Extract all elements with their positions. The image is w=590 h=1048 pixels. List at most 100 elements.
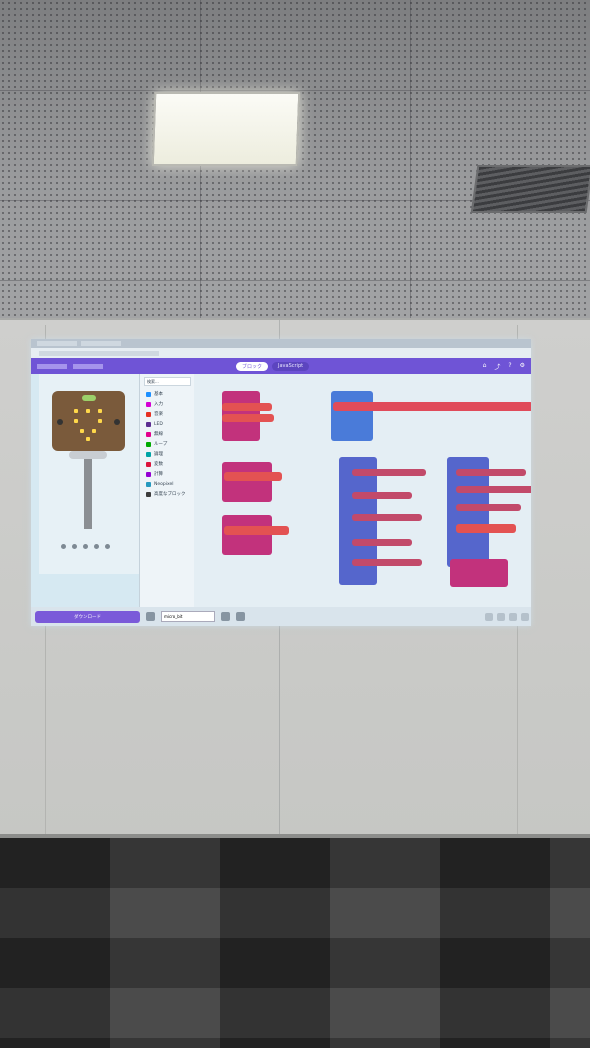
editor-header: ブロック JavaScript ⌂ ⤴ ? ⚙ [31, 358, 531, 374]
toolbox-category[interactable]: 基本 [140, 389, 195, 399]
url-field[interactable] [39, 350, 159, 356]
github-icon[interactable] [236, 612, 245, 621]
led [98, 409, 102, 413]
share-icon[interactable]: ⤴ [494, 362, 500, 371]
category-icon [146, 391, 151, 397]
radio-block[interactable] [333, 402, 531, 411]
toolbox-category[interactable]: 計算 [140, 469, 195, 479]
zoom-in-icon[interactable] [509, 612, 517, 621]
slowmo-icon[interactable] [83, 544, 88, 549]
home-icon[interactable]: ⌂ [483, 362, 487, 371]
if-block[interactable] [352, 539, 412, 546]
toolbox-category[interactable]: 入力 [140, 399, 195, 409]
category-icon [146, 431, 151, 437]
button-b[interactable] [114, 419, 120, 425]
category-icon [146, 451, 151, 457]
toolbox: 検索... 基本 入力音楽 LED 無線ループ論理変数計算 Neopixel 高度なブロッ… [139, 374, 195, 609]
help-icon[interactable]: ? [508, 362, 511, 371]
if-block[interactable] [456, 504, 521, 511]
category-icon [146, 411, 151, 417]
led [86, 409, 90, 413]
function-block[interactable] [222, 515, 272, 555]
led [74, 409, 78, 413]
undo-icon[interactable] [485, 612, 493, 621]
category-icon [146, 471, 151, 477]
led [86, 437, 90, 441]
toolbox-category[interactable]: 高度なブロック [140, 489, 195, 499]
toolbox-category[interactable]: Neopixel [140, 479, 195, 489]
category-icon [146, 421, 151, 427]
stop-icon[interactable] [61, 544, 66, 549]
variable-block[interactable] [222, 403, 272, 411]
if-block[interactable] [352, 559, 422, 566]
event-block[interactable] [331, 391, 373, 441]
category-icon [146, 441, 151, 447]
category-label: 無線 [154, 432, 163, 437]
toolbox-category[interactable]: ループ [140, 439, 195, 449]
toolbox-category[interactable]: LED [140, 419, 195, 429]
category-label: 論理 [154, 452, 163, 457]
category-label: 計算 [154, 472, 163, 477]
simulator-accessory [69, 451, 107, 529]
browser-tab[interactable] [37, 341, 77, 346]
editor-footer: ダウンロード micro_bit [31, 607, 531, 626]
category-label: ループ [154, 442, 168, 447]
if-block[interactable] [352, 469, 426, 476]
category-label: 変数 [154, 462, 163, 467]
download-button[interactable]: ダウンロード [35, 610, 140, 623]
address-bar[interactable] [31, 348, 531, 358]
projected-screen: ブロック JavaScript ⌂ ⤴ ? ⚙ 検索... 基本入力 音楽 LE… [31, 339, 531, 626]
more-icon[interactable] [146, 612, 155, 621]
mute-icon[interactable] [94, 544, 99, 549]
settings-icon[interactable]: ⚙ [520, 362, 525, 371]
save-icon[interactable] [221, 612, 230, 621]
toolbox-category[interactable]: 音楽 [140, 409, 195, 419]
toolbox-category[interactable]: 変数 [140, 459, 195, 469]
simulator-controls [61, 544, 110, 549]
variable-block[interactable] [222, 414, 274, 422]
carpet-floor [0, 838, 590, 1048]
microsoft-logo [37, 363, 67, 369]
function-block[interactable] [222, 462, 272, 502]
ceiling-light-icon [151, 92, 301, 166]
set-block[interactable] [224, 472, 282, 481]
if-block[interactable] [456, 486, 531, 493]
function-block[interactable] [450, 559, 508, 587]
led [80, 429, 84, 433]
category-icon [146, 401, 151, 407]
led [92, 429, 96, 433]
button-a[interactable] [57, 419, 63, 425]
toolbox-category[interactable]: 論理 [140, 449, 195, 459]
led [98, 419, 102, 423]
category-label: Neopixel [154, 481, 174, 487]
browser-tab[interactable] [81, 341, 121, 346]
microbit-logo [73, 363, 103, 369]
category-icon [146, 491, 151, 497]
restart-icon[interactable] [72, 544, 77, 549]
tab-javascript[interactable]: JavaScript [272, 361, 310, 371]
ceiling-seam [0, 90, 590, 91]
microbit-logo-chip [82, 395, 96, 401]
project-name-input[interactable]: micro_bit [161, 611, 215, 622]
set-block[interactable] [456, 524, 516, 533]
browser-titlebar [31, 339, 531, 348]
redo-icon[interactable] [497, 612, 505, 621]
category-icon [146, 461, 151, 467]
if-block[interactable] [352, 492, 412, 499]
zoom-out-icon[interactable] [521, 612, 529, 621]
if-block[interactable] [352, 514, 422, 521]
tab-blocks[interactable]: ブロック [236, 361, 269, 371]
ceiling-seam [410, 0, 411, 320]
set-block[interactable] [224, 526, 289, 535]
blocks-workspace[interactable] [194, 374, 531, 607]
category-label: 高度なブロック [154, 492, 186, 497]
toolbox-category[interactable]: 無線 [140, 429, 195, 439]
microbit-board-icon[interactable] [52, 391, 125, 451]
led [74, 419, 78, 423]
category-label: 音楽 [154, 412, 163, 417]
if-block[interactable] [456, 469, 526, 476]
category-label: LED [154, 421, 163, 427]
toolbox-search-input[interactable]: 検索... [144, 377, 191, 386]
fullscreen-icon[interactable] [105, 544, 110, 549]
category-icon [146, 481, 151, 487]
